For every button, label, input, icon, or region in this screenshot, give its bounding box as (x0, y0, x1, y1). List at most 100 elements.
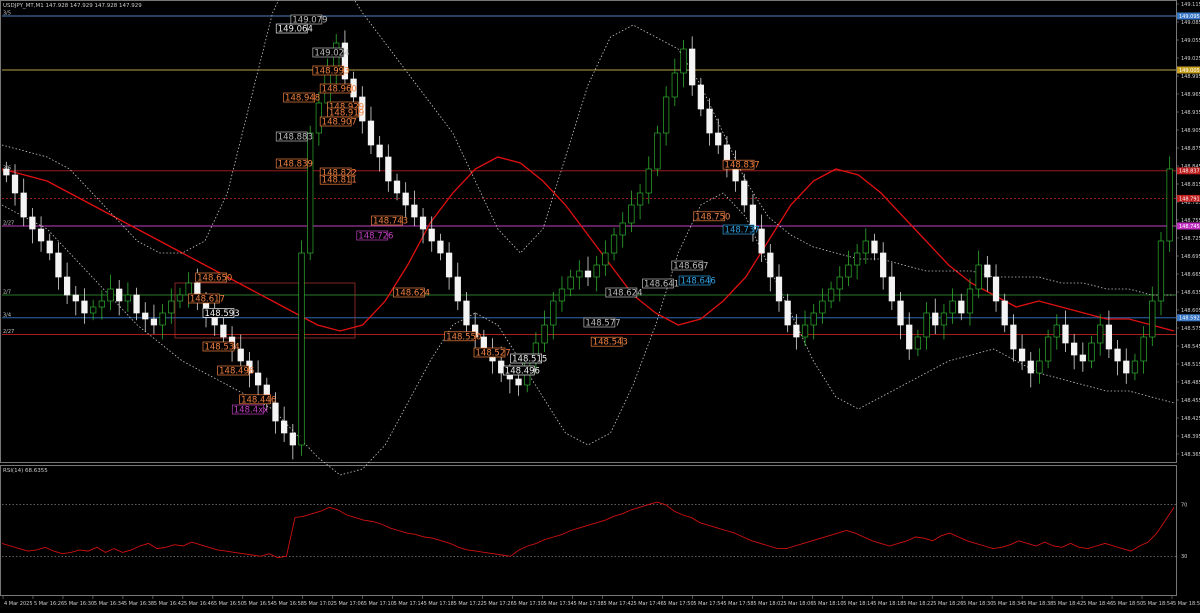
candle-body (133, 294, 140, 314)
price-label[interactable]: 148.624 (393, 287, 430, 299)
price-label[interactable]: 148.839 (275, 158, 313, 170)
price-label[interactable]: 148.811 (319, 174, 357, 186)
price-tick-label: 148.575 (1181, 326, 1200, 332)
candle-body (663, 96, 670, 134)
price-label[interactable]: 148.527 (473, 347, 511, 359)
time-tick-label: 5 Mar 17:02 (304, 601, 334, 607)
price-tick-label: 148.455 (1181, 398, 1200, 404)
price-label[interactable]: 148.577 (583, 317, 621, 329)
candle-body (515, 378, 522, 386)
time-tick-label: 5 Mar 16:46 (184, 601, 214, 607)
price-label[interactable]: 148.534 (202, 341, 240, 353)
price-tick-label: 148.725 (1181, 236, 1200, 242)
price-label[interactable]: 148.496 (502, 365, 540, 377)
price-label[interactable]: 148.4xx (231, 404, 268, 416)
trading-chart[interactable]: USDJPY_MT,M1 147.928 147.929 147.928 147… (0, 0, 1200, 609)
price-label[interactable]: 148.550 (444, 331, 482, 343)
price-label[interactable]: 148.667 (671, 260, 709, 272)
price-tick-label: 148.425 (1181, 416, 1200, 422)
candle-body (298, 252, 305, 446)
candle-body (419, 216, 427, 230)
candle-body (880, 252, 887, 278)
candle-body (645, 168, 652, 194)
time-tick-label: 5 Mar 18:26 (933, 601, 963, 607)
price-tick-label: 148.965 (1181, 92, 1200, 98)
candle-body (1018, 348, 1026, 362)
price-tick-label: 148.665 (1181, 272, 1200, 278)
candle-body (958, 300, 965, 314)
candle-body (1105, 324, 1113, 350)
price-label-text: 148.960 (322, 85, 357, 95)
candle-body (90, 306, 97, 314)
candle-body (185, 282, 192, 296)
price-label[interactable]: 148.593 (202, 308, 240, 319)
candle-body (715, 132, 722, 146)
price-chart-title: USDJPY_MT,M1 147.928 147.929 147.928 147… (3, 3, 142, 9)
price-label[interactable]: 148.948 (283, 92, 321, 104)
time-tick-label: 5 Mar 18:14 (843, 601, 873, 607)
time-tick-label: 5 Mar 18:18 (873, 601, 903, 607)
price-label[interactable]: 148.743 (371, 215, 408, 227)
price-label-text: 148.543 (593, 338, 628, 348)
price-label[interactable]: 148.515 (510, 353, 548, 365)
price-label-text: 148.515 (512, 355, 547, 365)
price-label[interactable]: 148.446 (239, 394, 277, 406)
price-label[interactable]: 148.737 (722, 224, 760, 236)
candle-body (888, 276, 895, 302)
time-tick-label: 5 Mar 16:38 (124, 601, 154, 607)
price-label-text: 148.617 (190, 295, 225, 305)
time-tick-label: 5 Mar 17:54 (693, 601, 723, 607)
candle-body (1123, 360, 1130, 374)
price-label[interactable]: 148.650 (195, 272, 233, 284)
candle-body (810, 312, 817, 326)
candle-body (159, 312, 166, 326)
price-label[interactable]: 148.641 (642, 278, 679, 290)
price-label-text: 148.667 (673, 262, 708, 272)
price-label[interactable]: 148.993 (312, 65, 350, 77)
candle-body (142, 312, 149, 320)
price-label[interactable]: 148.883 (275, 131, 313, 143)
candle-body (37, 228, 45, 242)
candle-body (940, 312, 948, 326)
price-label[interactable]: 148.907 (319, 116, 357, 128)
price-label-text: 148.883 (278, 133, 313, 143)
time-tick-label: 5 Mar 17:42 (603, 601, 633, 607)
time-tick-label: 5 Mar 17:50 (663, 601, 693, 607)
time-tick-label: 5 Mar 17:46 (633, 601, 663, 607)
candle-body (992, 276, 1000, 302)
time-tick-label: 5 Mar 18:02 (753, 601, 783, 607)
price-label[interactable]: 148.646 (678, 275, 716, 287)
time-tick-label: 5 Mar 18:10 (813, 601, 843, 607)
chart-canvas[interactable]: USDJPY_MT,M1 147.928 147.929 147.928 147… (0, 0, 1200, 609)
candle-body (741, 180, 748, 206)
time-tick-label: 5 Mar 17:18 (424, 601, 454, 607)
candle-body (853, 252, 861, 266)
price-label[interactable]: 148.960 (319, 83, 357, 95)
price-label[interactable]: 148.624 (605, 287, 643, 299)
price-label[interactable]: 148.837 (722, 159, 760, 171)
candle-body (628, 204, 635, 224)
rsi-title: RSI(14) 68.6355 (3, 468, 48, 474)
price-label[interactable]: 148.617 (187, 293, 225, 305)
level-tag: 3/4 (3, 312, 11, 318)
price-label[interactable]: 149.064 (275, 23, 313, 35)
time-tick-label: 5 Mar 18:42 (1053, 601, 1083, 607)
candle-body (29, 216, 36, 230)
price-label[interactable]: 148.496 (217, 365, 255, 377)
candle-body (463, 300, 470, 326)
time-tick-label: 5 Mar 17:34 (544, 601, 574, 607)
candle-body (55, 252, 62, 278)
price-label-text: 148.534 (204, 343, 239, 353)
time-tick-label: 5 Mar 18:30 (963, 601, 993, 607)
price-label[interactable]: 148.750 (693, 211, 731, 223)
price-label[interactable]: 148.726 (356, 230, 394, 242)
candle-body (1071, 342, 1078, 356)
price-label-text: 148.839 (278, 160, 313, 170)
price-label[interactable]: 149.024 (312, 47, 350, 59)
candle-body (11, 174, 19, 194)
price-label[interactable]: 148.543 (590, 336, 628, 348)
candle-body (402, 192, 409, 206)
price-tick-label: 148.605 (1181, 308, 1200, 314)
candle-body (367, 120, 375, 146)
candle-body (906, 324, 913, 350)
